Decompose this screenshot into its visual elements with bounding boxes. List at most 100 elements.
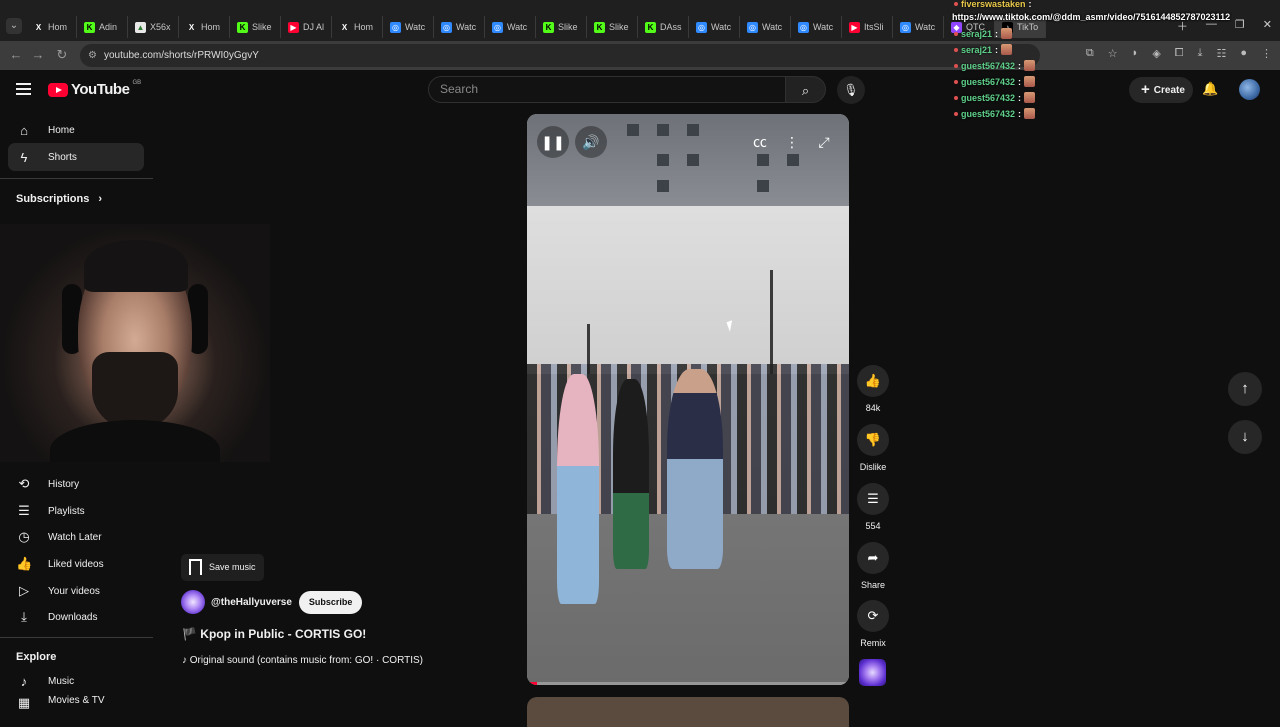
browser-tab[interactable]: ◎ Watc <box>689 16 740 38</box>
search-input[interactable]: Search <box>428 76 786 103</box>
pause-icon[interactable]: ❚❚ <box>537 126 569 158</box>
extension-icon[interactable]: ◈ <box>1152 47 1160 60</box>
chat-message: guest567432: <box>954 108 1036 119</box>
install-app-icon[interactable]: ⧉ <box>1086 47 1094 60</box>
browser-tab[interactable]: ◎ Watc <box>383 16 434 38</box>
subscriptions-heading[interactable]: Subscriptions › <box>16 193 102 205</box>
share-label: Share <box>860 580 886 590</box>
tab-label: Hom <box>354 22 374 32</box>
captions-icon[interactable]: ㏄ <box>744 126 776 158</box>
next-short-button[interactable]: ↓ <box>1228 420 1262 454</box>
sidebar-item-shorts[interactable]: ϟ Shorts <box>8 143 144 171</box>
previous-short-button[interactable]: ↑ <box>1228 372 1262 406</box>
more-options-icon[interactable]: ⋮ <box>776 126 808 158</box>
logo-text: YouTube <box>71 81 130 98</box>
reload-icon[interactable]: ↻ <box>54 47 70 63</box>
video-window <box>657 124 669 136</box>
dislike-label: Dislike <box>859 462 887 472</box>
extensions-puzzle-icon[interactable]: ⧠ <box>1175 47 1184 60</box>
dislike-button[interactable]: 👎 Dislike <box>856 424 890 472</box>
share-button[interactable]: ➦ Share <box>856 542 890 590</box>
video-title: 🏴 Kpop in Public - CORTIS GO! <box>182 627 366 641</box>
browser-tab[interactable]: ◎ Watc <box>740 16 791 38</box>
browser-tab[interactable]: ▶ ItsSli <box>842 16 893 38</box>
browser-tab[interactable]: ◎ Watc <box>893 16 944 38</box>
tab-favicon-icon: K <box>543 21 554 33</box>
tab-favicon-icon: K <box>237 21 248 33</box>
microphone-icon[interactable]: 🎙 <box>837 76 865 104</box>
guide-menu-icon[interactable] <box>16 83 31 95</box>
sidebar-item-home[interactable]: ⌂ Home <box>8 116 144 144</box>
sidebar-item-watch-later[interactable]: ◷ Watch Later <box>8 523 144 551</box>
browser-tab[interactable]: X Hom <box>332 16 383 38</box>
notifications-bell-icon[interactable]: 🔔 <box>1202 81 1218 97</box>
save-music-button[interactable]: Save music <box>181 554 264 581</box>
forward-icon[interactable]: → <box>30 47 46 63</box>
address-bar[interactable]: ⚙ youtube.com/shorts/rPRWI0yGgvY <box>80 44 1040 67</box>
tab-label: X56x <box>150 22 171 32</box>
fullscreen-icon[interactable]: ⤢ <box>808 126 840 158</box>
browser-tab[interactable]: K Slike <box>536 16 587 38</box>
browser-tab[interactable]: K Slike <box>587 16 638 38</box>
bookmark-star-icon[interactable]: ☆ <box>1108 47 1118 60</box>
restore-icon[interactable]: ❐ <box>1235 18 1245 34</box>
explore-heading: Explore <box>16 651 57 663</box>
media-controls-icon[interactable]: ☷ <box>1216 47 1226 60</box>
browser-tab[interactable]: ▶ DJ Al <box>281 16 332 38</box>
close-window-icon[interactable]: ✕ <box>1263 18 1272 34</box>
comments-button[interactable]: ☰ 554 <box>856 483 890 531</box>
chat-separator: : <box>1018 76 1022 87</box>
video-window <box>757 180 769 192</box>
back-icon[interactable]: ← <box>8 47 24 63</box>
tab-label: DAss <box>660 22 682 32</box>
chevron-right-icon: › <box>98 193 103 205</box>
browser-tab[interactable]: X Hom <box>179 16 230 38</box>
site-info-icon[interactable]: ⚙ <box>88 44 97 67</box>
sidebar-item-music[interactable]: ♪ Music <box>8 667 144 695</box>
video-progress-bar[interactable] <box>527 682 849 685</box>
channel-avatar[interactable] <box>181 590 205 614</box>
browser-tab[interactable]: ◎ Watc <box>434 16 485 38</box>
next-short-preview[interactable] <box>527 697 849 727</box>
sound-attribution[interactable]: ♪ Original sound (contains music from: G… <box>182 655 423 666</box>
youtube-header: YouTube GB Search ⌕ 🎙 + Create 🔔 <box>0 70 1280 112</box>
shorts-video-player[interactable]: ❚❚ 🔊 ㏄ ⋮ ⤢ <box>527 114 849 685</box>
streamer-shirt <box>50 420 220 462</box>
sidebar-item-liked-videos[interactable]: 👍 Liked videos <box>8 550 144 578</box>
browser-tab[interactable]: ◎ Watc <box>485 16 536 38</box>
browser-tab[interactable]: K Adin <box>77 16 128 38</box>
volume-icon[interactable]: 🔊 <box>575 126 607 158</box>
sound-channel-thumbnail[interactable] <box>859 659 886 686</box>
remix-button[interactable]: ⟳ Remix <box>856 600 890 648</box>
youtube-logo[interactable]: YouTube GB <box>48 80 141 98</box>
streamer-hair <box>84 240 188 292</box>
arrow-down-icon: ↓ <box>1241 428 1249 445</box>
sidebar-item-your-videos[interactable]: ▷ Your videos <box>8 577 144 605</box>
channel-name[interactable]: @theHallyuverse <box>211 597 292 608</box>
subscribe-button[interactable]: Subscribe <box>298 590 363 614</box>
search-icon[interactable]: ⌕ <box>786 76 826 103</box>
browser-menu-icon[interactable]: ⋮ <box>1261 47 1272 60</box>
download-icon[interactable]: ⤓ <box>1198 47 1203 60</box>
like-button[interactable]: 👍 84k <box>856 365 890 413</box>
browser-tab[interactable]: X Hom <box>26 16 77 38</box>
browser-tab[interactable]: K DAss <box>638 16 689 38</box>
tab-label: Watc <box>915 22 936 32</box>
browser-tab[interactable]: ◎ Watc <box>791 16 842 38</box>
browser-tab[interactable]: ▲ X56x <box>128 16 179 38</box>
tab-search-button[interactable]: ⌄ <box>6 18 22 34</box>
profile-icon[interactable]: ● <box>1240 47 1247 60</box>
video-title-text: Kpop in Public - CORTIS GO! <box>200 627 367 641</box>
browser-tab[interactable]: K Slike <box>230 16 281 38</box>
sidebar-item-playlists[interactable]: ☰ Playlists <box>8 497 144 525</box>
sidebar-item-downloads[interactable]: ⤓ Downloads <box>8 603 144 631</box>
sidebar-item-movies[interactable]: ▦ Movies & TV <box>8 695 144 709</box>
sidebar-item-history[interactable]: ⟲ History <box>8 470 144 498</box>
create-label: Create <box>1153 85 1185 96</box>
music-note-icon: ♪ <box>20 673 28 689</box>
create-button[interactable]: + Create <box>1129 77 1193 103</box>
tab-favicon-icon: K <box>645 21 656 33</box>
account-avatar[interactable] <box>1239 79 1260 100</box>
extension-icon[interactable]: ◗ <box>1132 47 1139 60</box>
chat-username: seraj21 <box>961 28 993 39</box>
